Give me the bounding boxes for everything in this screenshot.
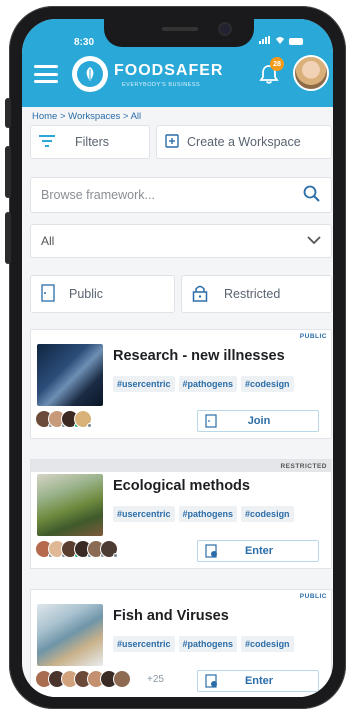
chevron-down-icon [307,234,321,248]
filters-label: Filters [75,135,110,149]
tag[interactable]: #usercentric [113,636,175,652]
user-avatar[interactable] [293,55,329,91]
foodsafer-logo[interactable] [72,56,108,92]
enter-button-label: Enter [244,545,274,557]
avatar [100,540,118,558]
door-lock-icon [204,674,218,688]
workspace-card[interactable]: PUBLIC Fish and Viruses #usercentric #pa… [30,589,332,697]
card-image [37,344,103,406]
visibility-badge: PUBLIC [31,330,331,342]
notch [104,19,254,47]
app-header: 8:30 FOODSAFER EVERYBODY'S BUSINESS 28 [22,19,333,107]
join-button-label: Join [247,415,271,427]
tag[interactable]: #pathogens [178,376,238,392]
lock-icon [192,284,208,305]
member-avatars [35,410,92,428]
card-title[interactable]: Ecological methods [113,478,250,494]
door-lock-icon [204,544,218,558]
status-icons [259,36,303,46]
tab-public[interactable]: Public [30,275,175,313]
search-input-box[interactable]: Browse framework... [30,177,332,213]
tag[interactable]: #codesign [241,376,294,392]
filter-icon [39,134,57,151]
brand-tagline: EVERYBODY'S BUSINESS [122,82,201,88]
enter-button-label: Enter [244,675,274,687]
status-time: 8:30 [74,37,95,48]
camera [220,24,230,34]
card-title[interactable]: Research - new illnesses [113,348,285,364]
workspace-select[interactable]: All [30,224,332,258]
visibility-badge: RESTRICTED [31,460,331,472]
more-members-count: +25 [147,674,164,685]
breadcrumb[interactable]: Home > Workspaces > All [32,111,141,122]
door-icon [41,283,55,305]
app-screen: 8:30 FOODSAFER EVERYBODY'S BUSINESS 28 H… [22,19,333,697]
toolbar: Filters Create a Workspace [30,125,332,159]
member-avatars [35,540,118,558]
member-avatars [35,670,131,688]
search-input[interactable]: Browse framework... [41,188,155,202]
mute-switch [5,98,11,128]
tab-restricted[interactable]: Restricted [181,275,332,313]
menu-icon[interactable] [34,65,58,83]
workspace-card[interactable]: PUBLIC Research - new illnesses #usercen… [30,329,332,439]
tab-public-label: Public [69,287,104,301]
enter-button[interactable]: Enter [197,670,319,692]
tag[interactable]: #usercentric [113,376,175,392]
avatar [113,670,131,688]
tag[interactable]: #usercentric [113,506,175,522]
card-image [37,474,103,536]
visibility-tabs: Public Restricted [30,275,332,313]
select-value: All [41,234,55,248]
signal-icon [259,36,271,46]
speaker [162,27,198,31]
volume-down-button [5,212,11,264]
battery-icon [289,37,303,45]
plus-square-icon [165,133,179,151]
tag[interactable]: #codesign [241,506,294,522]
tag[interactable]: #pathogens [178,636,238,652]
notification-badge: 28 [270,57,284,71]
filters-button[interactable]: Filters [30,125,150,159]
door-icon [204,414,218,428]
enter-button[interactable]: Enter [197,540,319,562]
tag[interactable]: #pathogens [178,506,238,522]
workspace-card[interactable]: RESTRICTED Ecological methods #usercentr… [30,459,332,569]
tag[interactable]: #codesign [241,636,294,652]
avatar [74,410,92,428]
visibility-badge: PUBLIC [31,590,331,602]
volume-up-button [5,146,11,198]
create-workspace-label: Create a Workspace [187,135,301,149]
card-tags: #usercentric #pathogens #codesign [113,376,294,392]
card-title[interactable]: Fish and Viruses [113,608,229,624]
card-tags: #usercentric #pathogens #codesign [113,636,294,652]
search-icon[interactable] [303,185,321,206]
create-workspace-button[interactable]: Create a Workspace [156,125,332,159]
tab-restricted-label: Restricted [224,287,281,301]
card-tags: #usercentric #pathogens #codesign [113,506,294,522]
join-button[interactable]: Join [197,410,319,432]
wifi-icon [275,36,285,46]
card-image [37,604,103,666]
brand-name: FOODSAFER [114,62,224,79]
